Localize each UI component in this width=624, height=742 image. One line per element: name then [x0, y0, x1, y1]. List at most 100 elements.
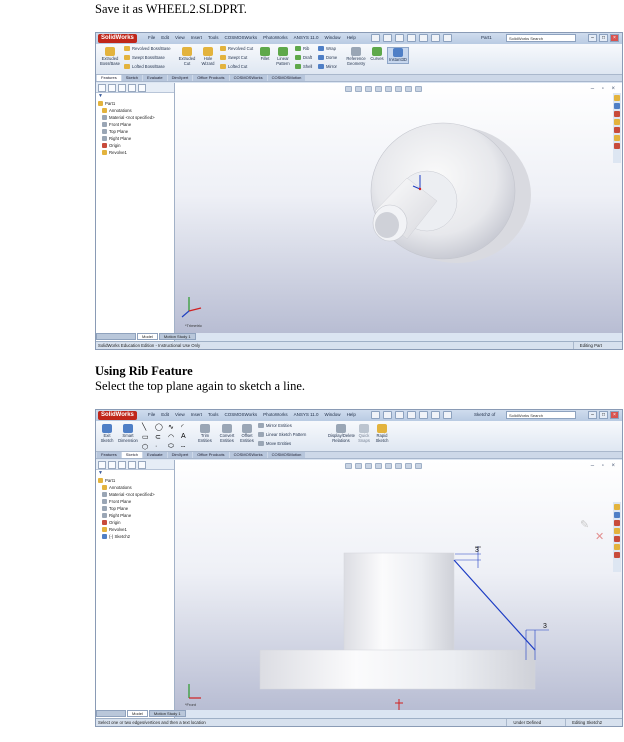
tree-item-top-plane[interactable]: Top Plane: [98, 505, 174, 512]
rib-button[interactable]: Rib: [295, 46, 309, 51]
spline-icon[interactable]: ∿: [168, 423, 180, 432]
rectangle-icon[interactable]: ▭: [142, 433, 154, 442]
fillet-sketch-icon[interactable]: ◜: [181, 423, 193, 432]
menu-insert[interactable]: Insert: [191, 412, 202, 417]
instant3d-button[interactable]: Instant3D: [387, 47, 409, 64]
tree-item-front-plane[interactable]: Front Plane: [98, 121, 174, 128]
design-library-icon[interactable]: [614, 512, 620, 518]
tab-sketch[interactable]: Sketch: [121, 452, 143, 458]
resources-icon[interactable]: [614, 504, 620, 510]
extruded-cut-button[interactable]: Extruded Cut: [178, 47, 196, 66]
configuration-manager-icon[interactable]: [118, 84, 126, 92]
close-button[interactable]: ×: [610, 34, 619, 42]
swept-cut-button[interactable]: Swept Cut: [220, 55, 247, 60]
menu-insert[interactable]: Insert: [191, 35, 202, 40]
menu-help[interactable]: Help: [347, 35, 356, 40]
file-explorer-icon[interactable]: [614, 520, 620, 526]
dome-button[interactable]: Dome: [318, 55, 337, 60]
tab-motion-study[interactable]: Motion Study 1: [148, 710, 186, 717]
menu-tools[interactable]: Tools: [208, 35, 219, 40]
display-manager-icon[interactable]: [138, 84, 146, 92]
dimxpert-manager-icon[interactable]: [128, 84, 136, 92]
extruded-boss-button[interactable]: Extruded Boss/Base: [99, 47, 121, 66]
menu-cosmosworks[interactable]: COSMOSWorks: [225, 412, 258, 417]
minimize-button[interactable]: –: [588, 411, 597, 419]
tab-features[interactable]: Features: [97, 452, 121, 458]
rib-sketch-line[interactable]: [453, 559, 536, 651]
maximize-button[interactable]: □: [599, 411, 608, 419]
tree-item-material[interactable]: Material <not specified>: [98, 491, 174, 498]
menu-ansys[interactable]: ANSYS 11.0: [294, 35, 319, 40]
menu-photoworks[interactable]: PhotoWorks: [263, 35, 287, 40]
search-results-icon[interactable]: [614, 528, 620, 534]
solidworks-logo[interactable]: SolidWorks: [98, 411, 137, 420]
menu-file[interactable]: File: [148, 412, 155, 417]
tree-item-sketch[interactable]: (-) Sketch2: [98, 533, 174, 540]
tree-item-part[interactable]: Part1: [98, 477, 174, 484]
view-palette-icon[interactable]: [614, 127, 620, 133]
tab-cosmosmotion[interactable]: COSMOSMotion: [267, 452, 306, 458]
rapid-sketch-button[interactable]: Rapid Sketch: [374, 424, 390, 443]
menu-tools[interactable]: Tools: [208, 412, 219, 417]
maximize-button[interactable]: □: [599, 34, 608, 42]
linear-sketch-pattern-button[interactable]: Linear Sketch Pattern: [258, 432, 306, 437]
convert-entities-button[interactable]: Convert Entities: [217, 424, 237, 443]
tree-item-front-plane[interactable]: Front Plane: [98, 498, 174, 505]
tab-dimxpert[interactable]: DimXpert: [167, 452, 193, 458]
property-manager-icon[interactable]: [108, 461, 116, 469]
custom-properties-icon[interactable]: [614, 143, 620, 149]
tree-item-origin[interactable]: Origin: [98, 142, 174, 149]
undo-icon[interactable]: [419, 34, 428, 42]
revolved-boss-button[interactable]: Revolved Boss/Base: [124, 46, 171, 51]
configuration-manager-icon[interactable]: [118, 461, 126, 469]
confirmation-corner[interactable]: ✎ ✕: [580, 518, 604, 543]
print-icon[interactable]: [407, 34, 416, 42]
scroll-tabs[interactable]: [96, 710, 126, 717]
custom-properties-icon[interactable]: [614, 552, 620, 558]
design-library-icon[interactable]: [614, 103, 620, 109]
tab-cosmosmotion[interactable]: COSMOSMotion: [267, 75, 306, 81]
view-palette-icon[interactable]: [614, 536, 620, 542]
tab-evaluate[interactable]: Evaluate: [143, 452, 167, 458]
search-results-icon[interactable]: [614, 119, 620, 125]
file-explorer-icon[interactable]: [614, 111, 620, 117]
draft-button[interactable]: Draft: [295, 55, 312, 60]
polygon-icon[interactable]: ⬡: [142, 443, 154, 452]
exit-sketch-button[interactable]: Exit Sketch: [99, 424, 115, 443]
search-input[interactable]: SolidWorks Search: [506, 411, 576, 419]
tree-item-part[interactable]: Part1: [98, 100, 174, 107]
quick-snaps-button[interactable]: Quick Snaps: [356, 424, 372, 443]
menu-help[interactable]: Help: [347, 412, 356, 417]
tab-evaluate[interactable]: Evaluate: [143, 75, 167, 81]
tab-cosmosworks[interactable]: COSMOSWorks: [229, 75, 267, 81]
tree-item-origin[interactable]: Origin: [98, 519, 174, 526]
arc-icon[interactable]: ◠: [168, 433, 180, 442]
tree-item-right-plane[interactable]: Right Plane: [98, 135, 174, 142]
menu-window[interactable]: Window: [325, 412, 341, 417]
open-icon[interactable]: [383, 411, 392, 419]
centerline-icon[interactable]: ┄: [181, 443, 193, 452]
appearances-icon[interactable]: [614, 544, 620, 550]
tree-item-revolve[interactable]: Revolve1: [98, 149, 174, 156]
rebuild-icon[interactable]: [431, 411, 440, 419]
appearances-icon[interactable]: [614, 135, 620, 141]
feature-tree-icon[interactable]: [98, 461, 106, 469]
circle-icon[interactable]: ◯: [155, 423, 167, 432]
tree-item-annotations[interactable]: Annotations: [98, 484, 174, 491]
tab-motion-study[interactable]: Motion Study 1: [158, 333, 196, 340]
hole-wizard-button[interactable]: Hole Wizard: [199, 47, 217, 66]
tree-item-material[interactable]: Material <not specified>: [98, 114, 174, 121]
new-icon[interactable]: [371, 34, 380, 42]
save-icon[interactable]: [395, 411, 404, 419]
lofted-boss-button[interactable]: Lofted Boss/Base: [124, 64, 165, 69]
move-entities-button[interactable]: Move Entities: [258, 441, 291, 446]
slot-icon[interactable]: ⊂: [155, 433, 167, 442]
print-icon[interactable]: [407, 411, 416, 419]
menu-edit[interactable]: Edit: [161, 412, 169, 417]
menu-photoworks[interactable]: PhotoWorks: [263, 412, 287, 417]
line-icon[interactable]: ╲: [142, 423, 154, 432]
dimxpert-manager-icon[interactable]: [128, 461, 136, 469]
linear-pattern-button[interactable]: Linear Pattern: [274, 47, 292, 66]
property-manager-icon[interactable]: [108, 84, 116, 92]
undo-icon[interactable]: [419, 411, 428, 419]
